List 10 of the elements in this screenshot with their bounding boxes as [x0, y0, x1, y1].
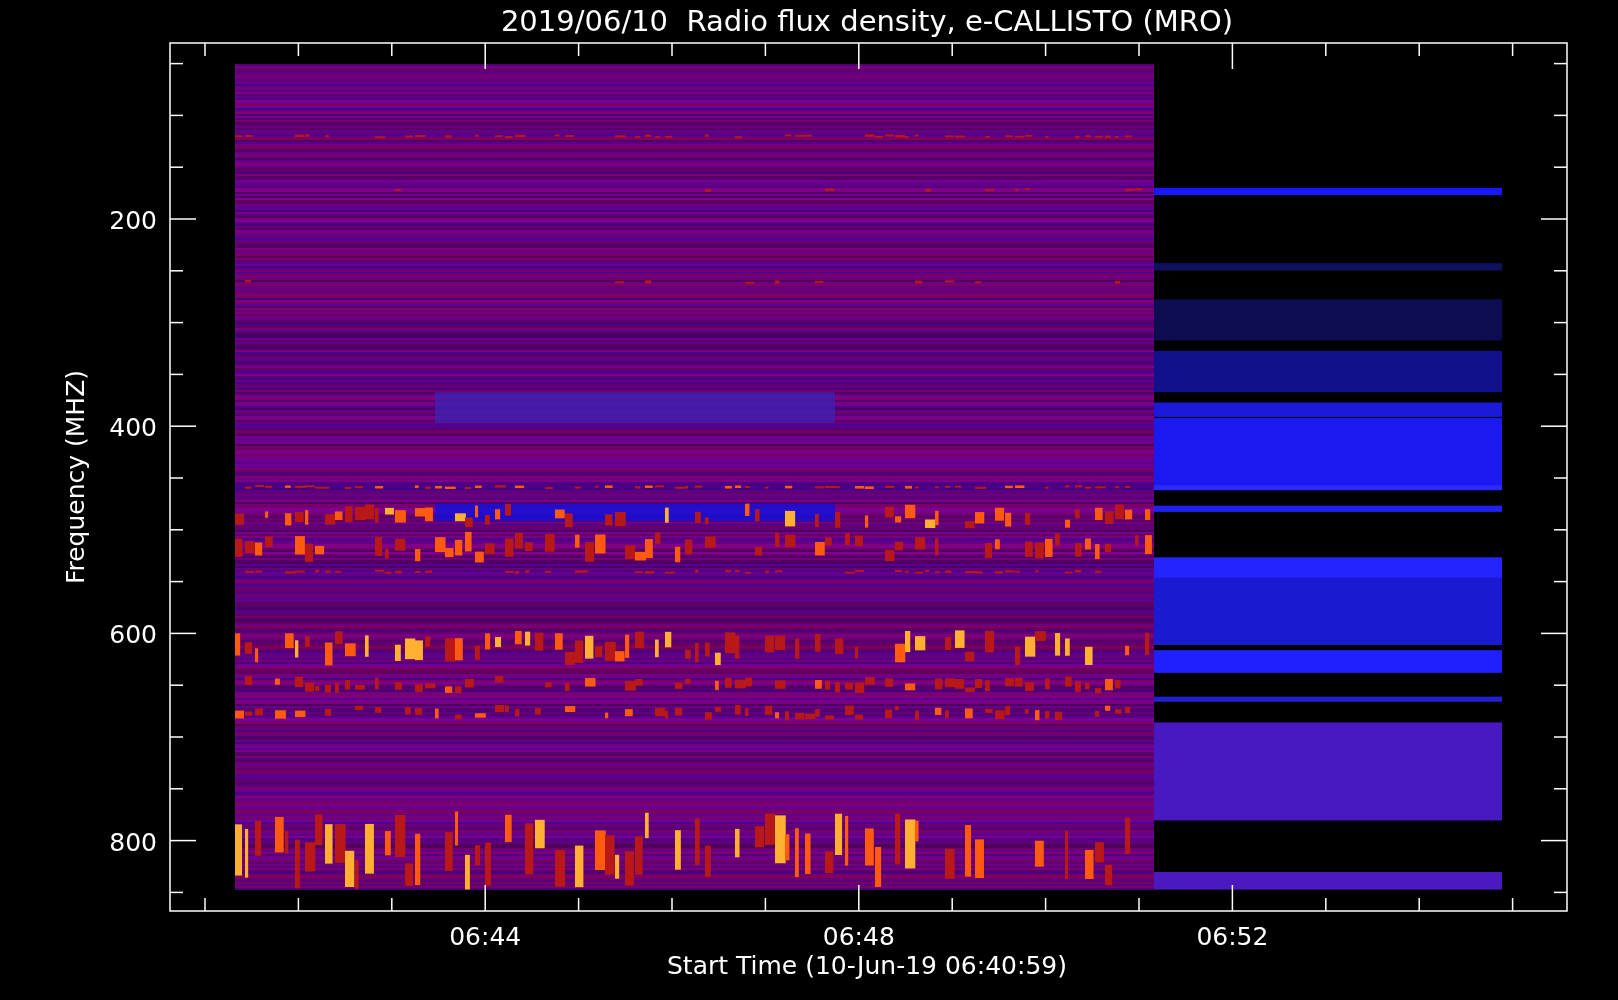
x-tick-label: 06:52 [1196, 922, 1269, 951]
x-axis-label: Start Time (10-Jun-19 06:40:59) [667, 951, 1067, 980]
y-tick-label: 600 [109, 620, 157, 650]
x-tick-label: 06:44 [449, 922, 522, 951]
x-tick-label: 06:48 [822, 922, 895, 951]
y-axis-label: Frequency (MHZ) [61, 369, 90, 585]
y-tick-label: 200 [109, 206, 157, 235]
y-tick-label: 400 [109, 413, 157, 443]
plot-title: 2019/06/10 Radio flux density, e-CALLISTO (MRO) [500, 4, 1234, 38]
y-tick-label: 800 [109, 827, 157, 857]
